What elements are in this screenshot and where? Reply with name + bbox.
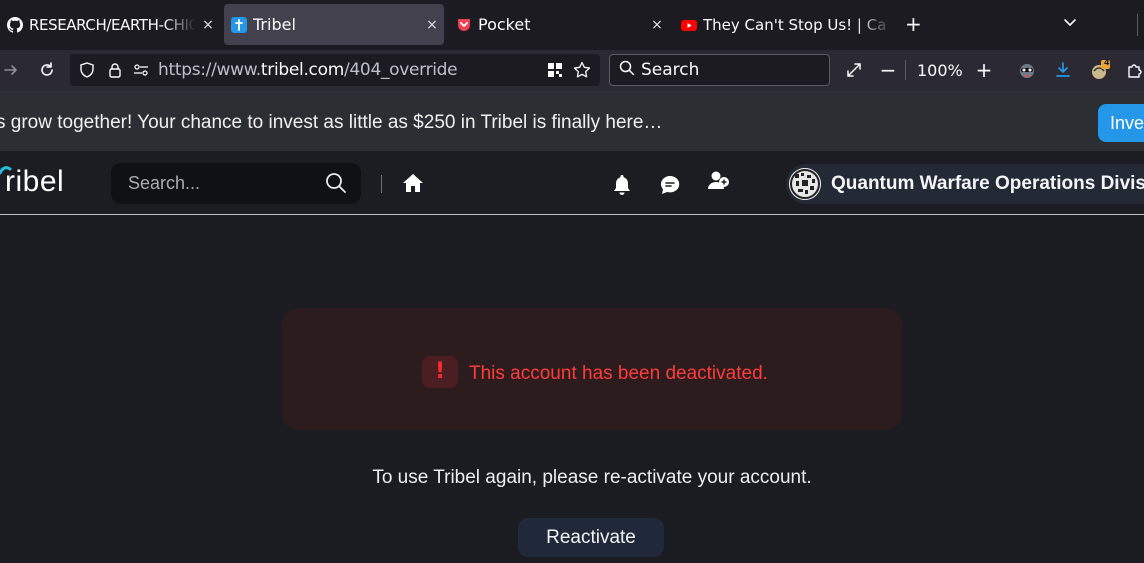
- browser-search-bar[interactable]: [609, 54, 830, 86]
- tab-title: They Can't Stop Us! | Ca: [703, 15, 887, 34]
- reactivate-hint: To use Tribel again, please re-activate …: [372, 467, 812, 488]
- tab-close-icon[interactable]: ×: [196, 17, 220, 33]
- download-badge-count: 4: [1104, 58, 1110, 67]
- forward-arrow-icon[interactable]: [0, 59, 22, 81]
- download-icon[interactable]: [1052, 59, 1074, 81]
- chat-messages-icon[interactable]: [658, 173, 682, 197]
- extension-badge-icon[interactable]: 4: [1089, 58, 1111, 81]
- logo-text: ribel: [5, 165, 65, 198]
- bell-notifications-icon[interactable]: [610, 173, 634, 197]
- zoom-in-button[interactable]: +: [973, 58, 995, 82]
- url-host: tribel.com: [260, 60, 344, 80]
- tab-close-icon[interactable]: ×: [645, 17, 669, 33]
- deactivated-alert: ! This account has been deactivated.: [282, 308, 902, 430]
- pocket-icon: [456, 17, 472, 33]
- extensions-puzzle-icon[interactable]: [1124, 59, 1144, 81]
- invest-banner: s grow together! Your chance to invest a…: [0, 91, 1144, 151]
- url-prefix: https://www.: [158, 60, 261, 80]
- exclamation-icon: !: [422, 356, 458, 388]
- tab-strip-divider: [1137, 14, 1138, 36]
- browser-nav-bar: https://www.tribel.com/404_override − 10…: [0, 50, 1144, 91]
- permissions-icon[interactable]: [132, 61, 150, 79]
- tab-close-icon[interactable]: ×: [420, 17, 444, 33]
- tab-title: RESEARCH/EARTH-CHICKEN: [29, 15, 196, 34]
- profile-name: Quantum Warfare Operations Divisio: [831, 173, 1144, 194]
- youtube-icon: [681, 17, 697, 33]
- tab-title: Tribel: [253, 15, 296, 34]
- site-search-box[interactable]: [111, 163, 361, 204]
- shield-icon[interactable]: [78, 61, 96, 79]
- tab-github[interactable]: RESEARCH/EARTH-CHICKEN ×: [0, 4, 220, 45]
- zoom-out-button[interactable]: −: [877, 58, 899, 82]
- star-bookmark-icon[interactable]: [573, 61, 591, 79]
- github-icon: [7, 16, 23, 33]
- url-text[interactable]: https://www.tribel.com/404_override: [158, 60, 458, 80]
- profile-menu[interactable]: Quantum Warfare Operations Divisio: [786, 164, 1144, 204]
- main-content: ! This account has been deactivated. To …: [0, 216, 1144, 563]
- tab-youtube[interactable]: They Can't Stop Us! | Ca: [674, 4, 894, 45]
- banner-text: s grow together! Your chance to invest a…: [0, 112, 663, 133]
- tab-tribel[interactable]: Tribel ×: [224, 4, 444, 45]
- extension-icon[interactable]: [1016, 59, 1038, 81]
- fullscreen-icon[interactable]: [843, 59, 865, 81]
- tab-pocket[interactable]: Pocket ×: [449, 4, 669, 45]
- browser-search-input[interactable]: [641, 60, 821, 80]
- zoom-divider: [905, 60, 906, 80]
- qr-code-icon[interactable]: [546, 61, 564, 79]
- url-bar[interactable]: https://www.tribel.com/404_override: [70, 54, 600, 86]
- site-header: ribel Quantum Warfare Operations Divisio: [0, 151, 1144, 215]
- url-path: /404_override: [343, 60, 458, 80]
- avatar: [789, 168, 821, 200]
- alert-glyph: !: [434, 359, 446, 384]
- invest-button[interactable]: Inve: [1098, 104, 1144, 142]
- header-divider: [381, 175, 382, 193]
- site-search-input[interactable]: [128, 173, 318, 194]
- tribel-logo[interactable]: ribel: [0, 165, 75, 199]
- reactivate-button[interactable]: Reactivate: [518, 518, 664, 557]
- zoom-level[interactable]: 100%: [917, 61, 963, 80]
- tribel-icon: [231, 16, 247, 33]
- add-friend-icon[interactable]: [707, 169, 731, 193]
- lock-icon[interactable]: [106, 61, 124, 79]
- search-icon[interactable]: [325, 172, 347, 198]
- alert-message: This account has been deactivated.: [469, 363, 768, 384]
- browser-tab-strip: RESEARCH/EARTH-CHICKEN × Tribel × Pocket…: [0, 0, 1144, 50]
- tab-title: Pocket: [478, 15, 531, 34]
- new-tab-button[interactable]: +: [905, 12, 922, 36]
- search-icon: [619, 60, 635, 80]
- home-icon[interactable]: [401, 171, 425, 195]
- reload-icon[interactable]: [36, 59, 58, 81]
- chevron-down-icon[interactable]: [1062, 14, 1078, 30]
